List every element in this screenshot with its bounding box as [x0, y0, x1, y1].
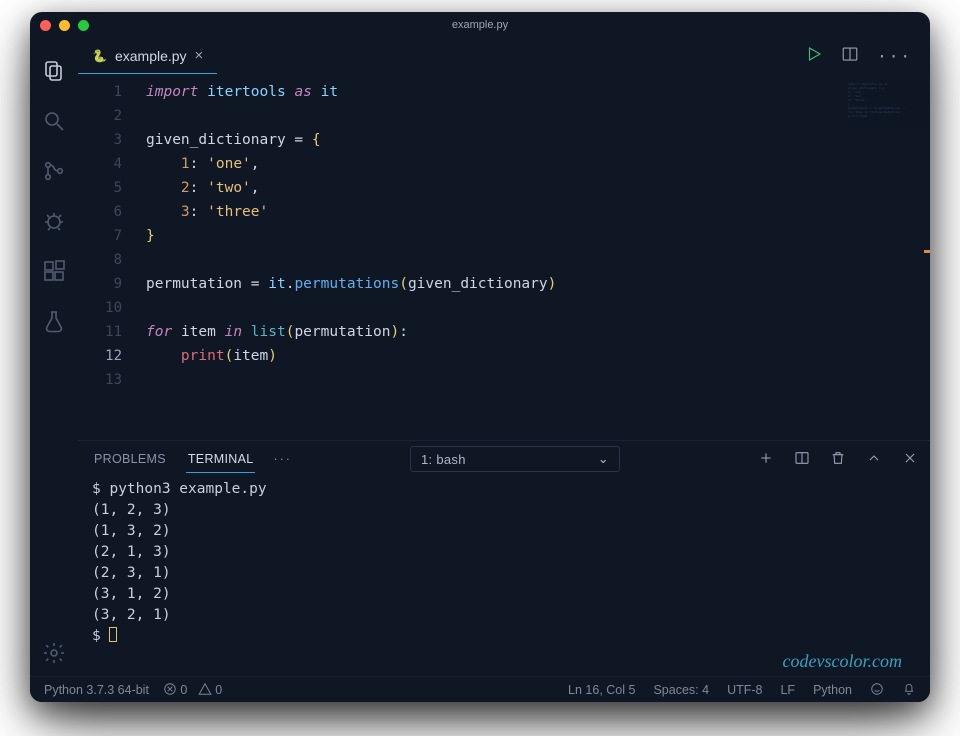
settings-gear-icon[interactable] — [30, 630, 78, 676]
status-problems[interactable]: 0 0 — [163, 682, 222, 697]
close-tab-icon[interactable]: × — [195, 47, 204, 64]
status-bar: Python 3.7.3 64-bit 0 0 Ln 16, Col 5 Spa… — [30, 676, 930, 702]
editor[interactable]: 12345678910111213 import itertools as it… — [78, 74, 930, 440]
activity-bar — [30, 38, 78, 676]
status-cursor-position[interactable]: Ln 16, Col 5 — [568, 683, 635, 697]
new-terminal-icon[interactable] — [758, 450, 774, 469]
terminal-select-value: 1: bash — [421, 452, 466, 467]
extensions-icon[interactable] — [30, 248, 78, 294]
tab-filename: example.py — [115, 48, 187, 64]
explorer-icon[interactable] — [30, 48, 78, 94]
notifications-icon[interactable] — [902, 682, 916, 697]
panel-tab-problems[interactable]: PROBLEMS — [92, 446, 168, 472]
tab-bar: 🐍 example.py × ··· — [78, 38, 930, 74]
feedback-icon[interactable] — [870, 682, 884, 697]
search-icon[interactable] — [30, 98, 78, 144]
testing-icon[interactable] — [30, 298, 78, 344]
panel-tab-more-icon[interactable]: ··· — [273, 452, 292, 466]
titlebar[interactable]: example.py — [30, 12, 930, 38]
vscode-window: example.py — [30, 12, 930, 702]
run-icon[interactable] — [805, 45, 823, 67]
tab-example-py[interactable]: 🐍 example.py × — [78, 38, 217, 74]
more-actions-icon[interactable]: ··· — [877, 47, 912, 66]
window-title: example.py — [30, 19, 930, 31]
terminal-output[interactable]: $ python3 example.py (1, 2, 3) (1, 3, 2)… — [78, 477, 918, 676]
panel-tab-terminal[interactable]: TERMINAL — [186, 446, 256, 473]
split-editor-icon[interactable] — [841, 45, 859, 67]
maximize-panel-icon[interactable] — [866, 450, 882, 469]
kill-terminal-icon[interactable] — [830, 450, 846, 469]
status-encoding[interactable]: UTF-8 — [727, 683, 762, 697]
minimap[interactable]: import itertools as itgiven_dictionary =… — [846, 80, 926, 150]
code-area[interactable]: import itertools as it given_dictionary … — [136, 74, 930, 440]
status-interpreter[interactable]: Python 3.7.3 64-bit — [44, 683, 149, 697]
source-control-icon[interactable] — [30, 148, 78, 194]
chevron-down-icon: ⌄ — [598, 451, 609, 467]
terminal-select[interactable]: 1: bash ⌄ — [410, 446, 620, 472]
status-eol[interactable]: LF — [780, 683, 795, 697]
line-gutter: 12345678910111213 — [78, 74, 136, 440]
debug-icon[interactable] — [30, 198, 78, 244]
close-panel-icon[interactable] — [902, 450, 918, 469]
python-file-icon: 🐍 — [92, 49, 107, 63]
status-indentation[interactable]: Spaces: 4 — [653, 683, 709, 697]
overview-ruler-marker — [924, 250, 930, 253]
watermark: codevscolor.com — [783, 651, 902, 672]
split-terminal-icon[interactable] — [794, 450, 810, 469]
status-language[interactable]: Python — [813, 683, 852, 697]
bottom-panel: PROBLEMS TERMINAL ··· 1: bash ⌄ — [78, 440, 930, 676]
